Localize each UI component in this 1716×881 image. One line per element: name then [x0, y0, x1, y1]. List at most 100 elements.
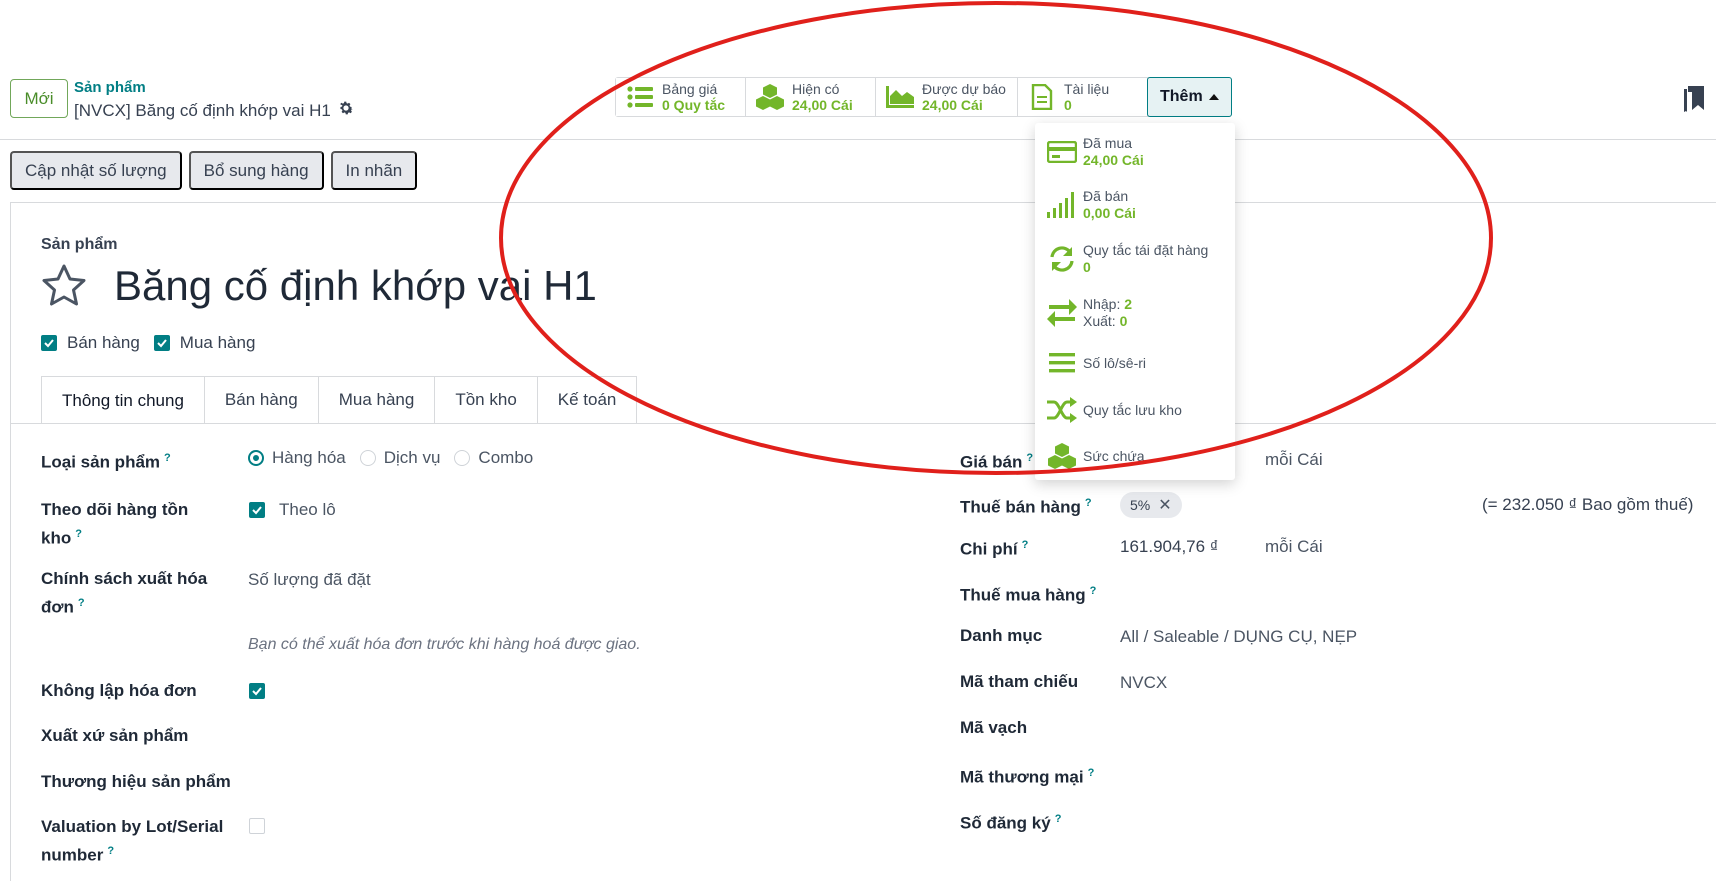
flag-label: Bán hàng	[67, 333, 140, 352]
track-inventory-label-line1: Theo dõi hàng tồn	[41, 500, 189, 519]
dropdown-item-purchased[interactable]: Đã mua 24,00 Cái	[1047, 135, 1144, 169]
help-icon[interactable]: ?	[1088, 767, 1095, 779]
bars-icon	[1047, 348, 1077, 378]
invoice-policy-label-line2: đơn	[41, 597, 74, 617]
radio-combo[interactable]: Combo	[454, 448, 533, 468]
dropdown-item-label: Sức chứa	[1083, 447, 1145, 464]
signal-icon	[1047, 190, 1077, 220]
dropdown-item-lots[interactable]: Số lô/sê-ri	[1047, 348, 1146, 378]
sale-price-unit: mỗi Cái	[1265, 450, 1323, 469]
help-icon[interactable]: ?	[1055, 813, 1062, 825]
radio-service[interactable]: Dịch vụ	[359, 448, 441, 468]
dropdown-item-label-2: Xuất:	[1083, 313, 1116, 329]
stat-documents[interactable]: Tài liệu 0	[1018, 78, 1148, 116]
radio-unselected[interactable]	[454, 450, 471, 466]
tab-purchase[interactable]: Mua hàng	[317, 376, 436, 423]
flag-label: Mua hàng	[179, 333, 256, 352]
cost-label: Chi phí?	[960, 533, 1028, 562]
close-icon[interactable]: ✕	[1158, 495, 1171, 515]
tab-inventory[interactable]: Tồn kho	[434, 376, 538, 423]
dropdown-item-reorder-rules[interactable]: Quy tắc tái đặt hàng 0	[1047, 242, 1208, 276]
invoice-policy-select[interactable]: Số lượng đã đặt	[248, 570, 371, 590]
radio-unselected[interactable]	[359, 450, 376, 466]
valuation-checkbox-wrap	[249, 818, 265, 839]
random-icon	[1047, 395, 1077, 425]
help-icon[interactable]: ?	[1026, 452, 1033, 464]
dropdown-item-sold[interactable]: Đã bán 0,00 Cái	[1047, 188, 1136, 222]
action-buttons: Cập nhật số lượng Bổ sung hàng In nhãn	[10, 151, 418, 190]
stat-value: 24,00 Cái	[792, 97, 853, 113]
track-inventory-field: Theo lô	[249, 500, 336, 520]
gear-icon[interactable]	[337, 99, 355, 122]
reg-no-label: Số đăng ký?	[960, 807, 1061, 836]
dropdown-item-value: 24,00 Cái	[1083, 152, 1144, 168]
help-icon[interactable]: ?	[1085, 497, 1092, 509]
flag-purchase[interactable]: Mua hàng	[153, 333, 256, 353]
stat-forecast[interactable]: Được dự báo 24,00 Cái	[876, 78, 1018, 116]
dropdown-item-putaway-rules[interactable]: Quy tắc lưu kho	[1047, 395, 1182, 425]
checkbox-checked[interactable]	[153, 335, 170, 351]
smart-buttons: Bảng giá 0 Quy tắc Hiện có 24,00 Cái Được …	[615, 77, 1232, 117]
tab-divider	[10, 423, 1716, 424]
tab-accounting[interactable]: Kế toán	[536, 376, 638, 423]
dropdown-item-capacity[interactable]: Sức chứa	[1047, 441, 1145, 471]
stat-on-hand[interactable]: Hiện có 24,00 Cái	[746, 78, 876, 116]
sale-tax-tag[interactable]: 5% ✕	[1120, 492, 1182, 518]
cost-label-text: Chi phí	[960, 539, 1018, 559]
help-icon[interactable]: ?	[75, 528, 82, 540]
invoice-policy-label: Chính sách xuất hóa đơn?	[41, 566, 207, 620]
dropdown-item-label: Đã mua	[1083, 135, 1133, 151]
checkbox-checked[interactable]	[41, 335, 57, 351]
radio-label: Dịch vụ	[383, 448, 441, 467]
sale-tax-note: (= 232.050 ₫ Bao gồm thuế)	[1482, 495, 1694, 514]
dropdown-item-in-out[interactable]: Nhập: 2 Xuất: 0	[1047, 296, 1132, 330]
update-quantity-button[interactable]: Cập nhật số lượng	[10, 151, 182, 190]
no-invoice-label: Không lập hóa đơn	[41, 681, 197, 700]
checkbox-checked[interactable]	[249, 683, 265, 699]
no-invoice-checkbox-wrap	[249, 682, 265, 702]
track-inventory-label: Theo dõi hàng tồn kho?	[41, 497, 188, 551]
radio-label: Combo	[478, 448, 534, 467]
ref-value[interactable]: NVCX	[1120, 673, 1167, 693]
track-by-lot-select[interactable]: Theo lô	[279, 500, 336, 520]
bookmark-icon[interactable]	[1684, 86, 1704, 112]
stat-value: 24,00 Cái	[922, 97, 983, 113]
flag-sale[interactable]: Bán hàng	[41, 333, 140, 353]
star-icon[interactable]	[41, 263, 87, 309]
radio-goods[interactable]: Hàng hóa	[248, 448, 346, 468]
more-button[interactable]: Thêm	[1147, 77, 1232, 117]
help-icon[interactable]: ?	[78, 597, 85, 609]
help-icon[interactable]: ?	[164, 452, 171, 464]
valuation-label: Valuation by Lot/Serial number?	[41, 814, 223, 868]
replenish-button[interactable]: Bổ sung hàng	[188, 151, 324, 190]
product-title[interactable]: Băng cố định khớp vai H1	[114, 262, 597, 310]
origin-label: Xuất xứ sản phẩm	[41, 726, 189, 745]
new-button[interactable]: Mới	[10, 79, 68, 118]
dropdown-item-value: 0,00 Cái	[1083, 205, 1136, 221]
help-icon[interactable]: ?	[1022, 539, 1029, 551]
cubes-icon	[1047, 441, 1077, 471]
help-icon[interactable]: ?	[107, 845, 114, 857]
barcode-label: Mã vạch	[960, 718, 1028, 737]
tab-sales[interactable]: Bán hàng	[203, 376, 319, 423]
credit-card-icon	[1047, 137, 1077, 167]
product-section-label: Sản phẩm	[41, 236, 118, 253]
stat-value: 0 Quy tắc	[662, 97, 726, 113]
radio-selected[interactable]	[248, 450, 264, 466]
file-icon	[1028, 83, 1056, 111]
checkbox-unchecked[interactable]	[249, 818, 265, 834]
stat-pricelist[interactable]: Bảng giá 0 Quy tắc	[616, 78, 746, 116]
cost-value[interactable]: 161.904,76 ₫	[1120, 537, 1219, 557]
breadcrumb-parent[interactable]: Sản phẩm	[74, 79, 146, 96]
checkbox-checked[interactable]	[249, 502, 265, 518]
category-value[interactable]: All / Saleable / DỤNG CỤ, NẸP	[1120, 627, 1357, 647]
product-type-radio: Hàng hóa Dịch vụ Combo	[248, 448, 547, 468]
help-icon[interactable]: ?	[1090, 585, 1097, 597]
refresh-icon	[1047, 244, 1077, 274]
dropdown-item-label: Nhập:	[1083, 296, 1121, 312]
product-type-label-text: Loại sản phẩm	[41, 452, 161, 472]
dropdown-item-label: Đã bán	[1083, 188, 1129, 204]
tab-general-info[interactable]: Thông tin chung	[41, 376, 205, 424]
print-labels-button[interactable]: In nhãn	[330, 151, 418, 190]
area-chart-icon	[886, 83, 914, 111]
